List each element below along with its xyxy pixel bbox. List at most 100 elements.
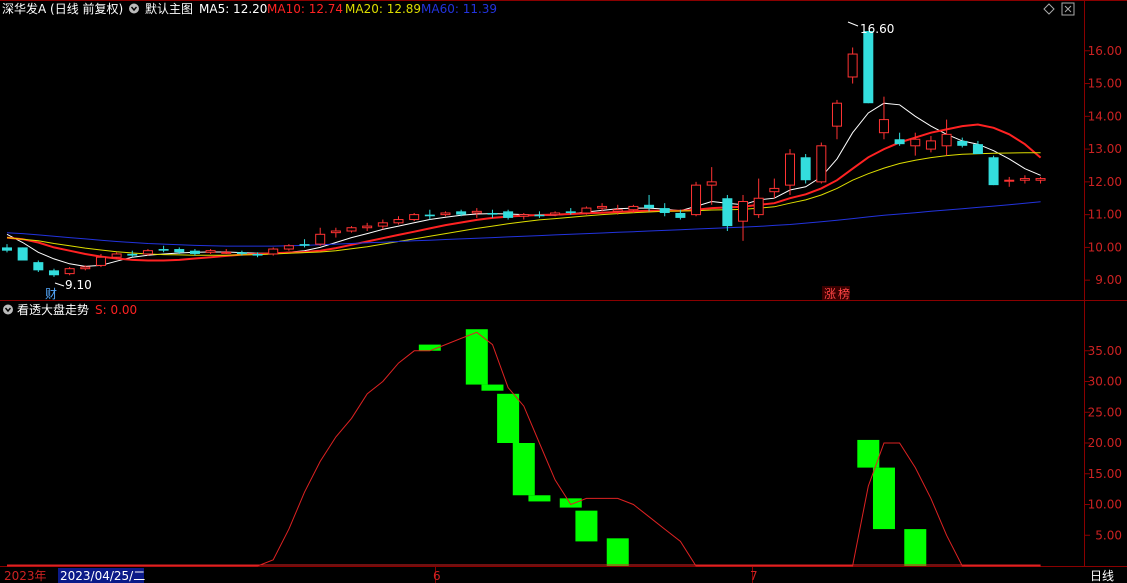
limit-up-marker-bang[interactable]: 榜 [838, 286, 850, 301]
candle-body [518, 214, 529, 217]
candle-body [800, 157, 811, 181]
candle-up [738, 194, 749, 241]
candle-body [581, 207, 592, 214]
candle-body [456, 211, 467, 215]
candle-body [95, 256, 106, 266]
svg-text:9.10: 9.10 [65, 278, 92, 292]
indicator-name[interactable]: 看透大盘走势 [17, 302, 89, 317]
indicator-bar [497, 393, 520, 443]
candle-body [785, 153, 795, 186]
indicator-bar [872, 467, 895, 530]
indicator-bar [575, 510, 598, 542]
candle-body [142, 250, 153, 255]
candle-body [189, 250, 200, 254]
price-tick-label: 14.00 [1088, 109, 1122, 123]
candle-body [393, 219, 404, 224]
candle-body [80, 266, 91, 270]
candle-body [2, 247, 12, 251]
price-tick-label: 13.00 [1088, 142, 1122, 156]
ma60-line [6, 201, 1041, 247]
candle-down [189, 249, 200, 256]
stock-title: 深华发A (日线 前复权) [2, 1, 123, 16]
indicator-tick-label: 35.00 [1088, 344, 1122, 358]
candle-body [769, 187, 780, 193]
candle-body [878, 119, 889, 134]
candle-up [753, 178, 764, 218]
candle-body [628, 205, 639, 211]
price-axis: 9.00 10.00 11.00 12.00 13.00 14.00 15.00 16.00 [1084, 44, 1122, 287]
candle-down [503, 209, 514, 220]
ma5-value: MA5: 12.20 [199, 2, 267, 16]
indicator-tick-label: 5.00 [1095, 528, 1122, 542]
candle-body [550, 212, 561, 216]
candle-up [283, 244, 294, 251]
price-tick-label: 15.00 [1088, 77, 1122, 91]
candle-body [941, 133, 952, 147]
candle-up [691, 181, 702, 217]
candle-body [252, 253, 263, 256]
candle-body [409, 214, 420, 221]
diamond-icon[interactable] [1043, 3, 1055, 15]
candle-body [1035, 178, 1046, 181]
candle-down [800, 154, 811, 184]
candle-body [957, 140, 968, 146]
close-panel-icon[interactable] [1061, 2, 1075, 16]
candle-body [315, 233, 326, 245]
indicator-axis: 5.00 10.00 15.00 20.00 25.00 30.00 35.00 [1084, 344, 1122, 542]
candle-body [597, 205, 608, 209]
indicator-bar [606, 538, 629, 566]
limit-up-marker-zhang[interactable]: 涨 [824, 286, 836, 301]
candlesticks [2, 31, 1046, 277]
candle-body [1004, 179, 1015, 182]
main-chart-toggle-icon[interactable] [129, 3, 139, 14]
candle-body [565, 211, 576, 213]
candle-down [17, 247, 28, 261]
candle-body [612, 209, 623, 212]
candle-up [769, 178, 780, 199]
candle-body [17, 247, 28, 261]
indicator-bar [512, 443, 535, 496]
candle-up [315, 227, 326, 246]
candle-up [785, 149, 795, 195]
candle-down [33, 260, 44, 272]
indicator-bar [528, 495, 551, 502]
candle-body [471, 210, 482, 214]
candle-body [1019, 178, 1030, 181]
indicator-toggle-icon[interactable] [3, 304, 13, 315]
candle-body [753, 197, 764, 216]
ma20-value: MA20: 12.89 [345, 2, 421, 16]
candle-up [581, 206, 592, 215]
candle-body [988, 157, 999, 186]
candle-body [863, 31, 874, 104]
main-chart-label[interactable]: 默认主图 [145, 1, 193, 16]
candle-body [722, 198, 733, 227]
candle-body [64, 268, 75, 275]
indicator-tick-label: 25.00 [1088, 405, 1122, 419]
candle-body [847, 53, 858, 78]
candle-up [346, 226, 357, 233]
ma20-line [6, 152, 1041, 256]
indicator-bar [559, 498, 582, 508]
candle-body [346, 227, 357, 232]
financial-report-marker[interactable]: 财 [45, 287, 57, 301]
candle-body [925, 140, 936, 150]
price-tick-label: 11.00 [1088, 208, 1122, 222]
candle-body [972, 144, 983, 154]
candle-up [205, 249, 216, 254]
candle-down [722, 194, 733, 232]
ma10-value: MA10: 12.74 [267, 2, 343, 16]
period-selector[interactable]: 日线 [1090, 569, 1114, 583]
candle-body [534, 214, 545, 217]
indicator-tick-label: 20.00 [1088, 436, 1122, 450]
candle-body [816, 145, 827, 183]
ma10-line [6, 123, 1042, 262]
high-price-annotation: 16.60 [847, 21, 894, 36]
candle-down [644, 194, 655, 212]
candle-body [268, 248, 279, 255]
indicator-tick-label: 30.00 [1088, 375, 1122, 389]
candle-down [988, 155, 999, 186]
candle-body [33, 262, 44, 271]
candle-body [205, 250, 216, 253]
indicator-tick-label: 10.00 [1088, 498, 1122, 512]
price-tick-label: 10.00 [1088, 240, 1122, 254]
